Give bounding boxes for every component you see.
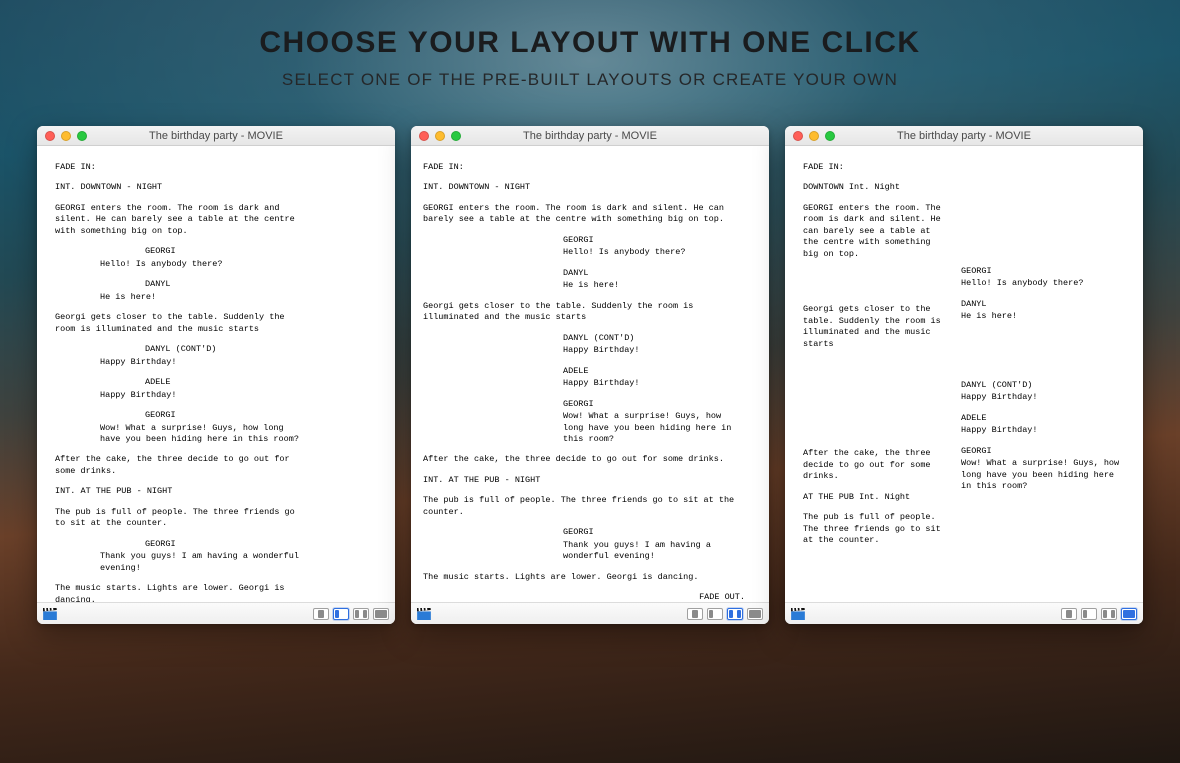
dialogue: Happy Birthday!: [100, 390, 300, 401]
action-text: The pub is full of people. The three fri…: [55, 507, 310, 530]
fade-in: FADE IN:: [803, 162, 943, 173]
layout-switcher: [313, 608, 389, 620]
character-cue: DANYL: [961, 299, 1127, 310]
layout-previews: The birthday party - MOVIE FADE IN: INT.…: [0, 126, 1180, 624]
action-text: Georgi gets closer to the table. Suddenl…: [423, 301, 733, 324]
action-text: The pub is full of people. The three fri…: [803, 512, 943, 546]
window-toolbar: [411, 602, 769, 624]
scene-heading: DOWNTOWN Int. Night: [803, 182, 943, 193]
dialogue: Happy Birthday!: [563, 345, 733, 356]
character-cue: GEORGI: [145, 246, 379, 257]
right-column: GEORGI Hello! Is anybody there? DANYL He…: [961, 162, 1127, 594]
dialogue: Wow! What a surprise! Guys, how long hav…: [563, 411, 733, 445]
character-cue: ADELE: [563, 366, 755, 377]
dialogue: He is here!: [563, 280, 733, 291]
titlebar: The birthday party - MOVIE: [785, 126, 1143, 146]
document-body: FADE IN: DOWNTOWN Int. Night GEORGI ente…: [785, 146, 1143, 602]
layout-left-button[interactable]: [333, 608, 349, 620]
window-toolbar: [785, 602, 1143, 624]
character-cue: GEORGI: [563, 527, 755, 538]
fade-in: FADE IN:: [55, 162, 379, 173]
layout-switcher: [687, 608, 763, 620]
clapperboard-icon: [43, 608, 57, 620]
character-cue: DANYL (CONT'D): [145, 344, 379, 355]
action-text: After the cake, the three decide to go o…: [803, 448, 943, 482]
character-cue: GEORGI: [961, 266, 1127, 277]
layout-single-button[interactable]: [313, 608, 329, 620]
dialogue: He is here!: [100, 292, 300, 303]
character-cue: DANYL: [145, 279, 379, 290]
dialogue: Happy Birthday!: [100, 357, 300, 368]
character-cue: GEORGI: [145, 539, 379, 550]
titlebar: The birthday party - MOVIE: [37, 126, 395, 146]
window-title: The birthday party - MOVIE: [785, 130, 1143, 142]
titlebar: The birthday party - MOVIE: [411, 126, 769, 146]
layout-switcher: [1061, 608, 1137, 620]
character-cue: GEORGI: [145, 410, 379, 421]
clapperboard-icon: [791, 608, 805, 620]
character-cue: DANYL (CONT'D): [563, 333, 755, 344]
clapperboard-icon: [417, 608, 431, 620]
left-column: FADE IN: DOWNTOWN Int. Night GEORGI ente…: [803, 162, 943, 594]
preview-window-c: The birthday party - MOVIE FADE IN: DOWN…: [785, 126, 1143, 624]
character-cue: GEORGI: [563, 235, 755, 246]
layout-split-button[interactable]: [727, 608, 743, 620]
window-toolbar: [37, 602, 395, 624]
fade-in: FADE IN:: [423, 162, 755, 173]
layout-split-button[interactable]: [353, 608, 369, 620]
page-subhead: SELECT ONE OF THE PRE-BUILT LAYOUTS OR C…: [0, 70, 1180, 90]
action-text: The pub is full of people. The three fri…: [423, 495, 743, 518]
dialogue: Thank you guys! I am having a wonderful …: [100, 551, 300, 574]
layout-left-button[interactable]: [1081, 608, 1097, 620]
dialogue: Hello! Is anybody there?: [100, 259, 300, 270]
document-body: FADE IN: INT. DOWNTOWN - NIGHT GEORGI en…: [37, 146, 395, 602]
layout-full-button[interactable]: [747, 608, 763, 620]
layout-split-button[interactable]: [1101, 608, 1117, 620]
scene-heading: AT THE PUB Int. Night: [803, 492, 943, 503]
scene-heading: INT. AT THE PUB - NIGHT: [423, 475, 755, 486]
action-text: GEORGI enters the room. The room is dark…: [803, 203, 943, 260]
dialogue: Thank you guys! I am having a wonderful …: [563, 540, 733, 563]
preview-window-a: The birthday party - MOVIE FADE IN: INT.…: [37, 126, 395, 624]
dialogue: Wow! What a surprise! Guys, how long hav…: [100, 423, 300, 446]
character-cue: ADELE: [145, 377, 379, 388]
layout-left-button[interactable]: [707, 608, 723, 620]
character-cue: DANYL (CONT'D): [961, 380, 1127, 391]
character-cue: GEORGI: [961, 446, 1127, 457]
layout-full-button[interactable]: [373, 608, 389, 620]
dialogue: Happy Birthday!: [961, 392, 1127, 403]
dialogue: Wow! What a surprise! Guys, how long hav…: [961, 458, 1127, 492]
action-text: Georgi gets closer to the table. Suddenl…: [55, 312, 310, 335]
window-title: The birthday party - MOVIE: [37, 130, 395, 142]
scene-heading: INT. AT THE PUB - NIGHT: [55, 486, 379, 497]
page-headline: CHOOSE YOUR LAYOUT WITH ONE CLICK: [0, 26, 1180, 60]
layout-full-button[interactable]: [1121, 608, 1137, 620]
layout-single-button[interactable]: [687, 608, 703, 620]
action-text: GEORGI enters the room. The room is dark…: [423, 203, 733, 226]
action-text: GEORGI enters the room. The room is dark…: [55, 203, 310, 237]
dialogue: Happy Birthday!: [563, 378, 733, 389]
action-text: After the cake, the three decide to go o…: [423, 454, 743, 465]
scene-heading: INT. DOWNTOWN - NIGHT: [423, 182, 755, 193]
action-text: The music starts. Lights are lower. Geor…: [423, 572, 743, 583]
character-cue: GEORGI: [563, 399, 755, 410]
action-text: After the cake, the three decide to go o…: [55, 454, 310, 477]
preview-window-b: The birthday party - MOVIE FADE IN: INT.…: [411, 126, 769, 624]
scene-heading: INT. DOWNTOWN - NIGHT: [55, 182, 379, 193]
dialogue: He is here!: [961, 311, 1127, 322]
action-text: Georgi gets closer to the table. Suddenl…: [803, 304, 943, 350]
dialogue: Hello! Is anybody there?: [961, 278, 1127, 289]
dialogue: Happy Birthday!: [961, 425, 1127, 436]
character-cue: ADELE: [961, 413, 1127, 424]
document-body: FADE IN: INT. DOWNTOWN - NIGHT GEORGI en…: [411, 146, 769, 602]
window-title: The birthday party - MOVIE: [411, 130, 769, 142]
dialogue: Hello! Is anybody there?: [563, 247, 733, 258]
layout-single-button[interactable]: [1061, 608, 1077, 620]
character-cue: DANYL: [563, 268, 755, 279]
